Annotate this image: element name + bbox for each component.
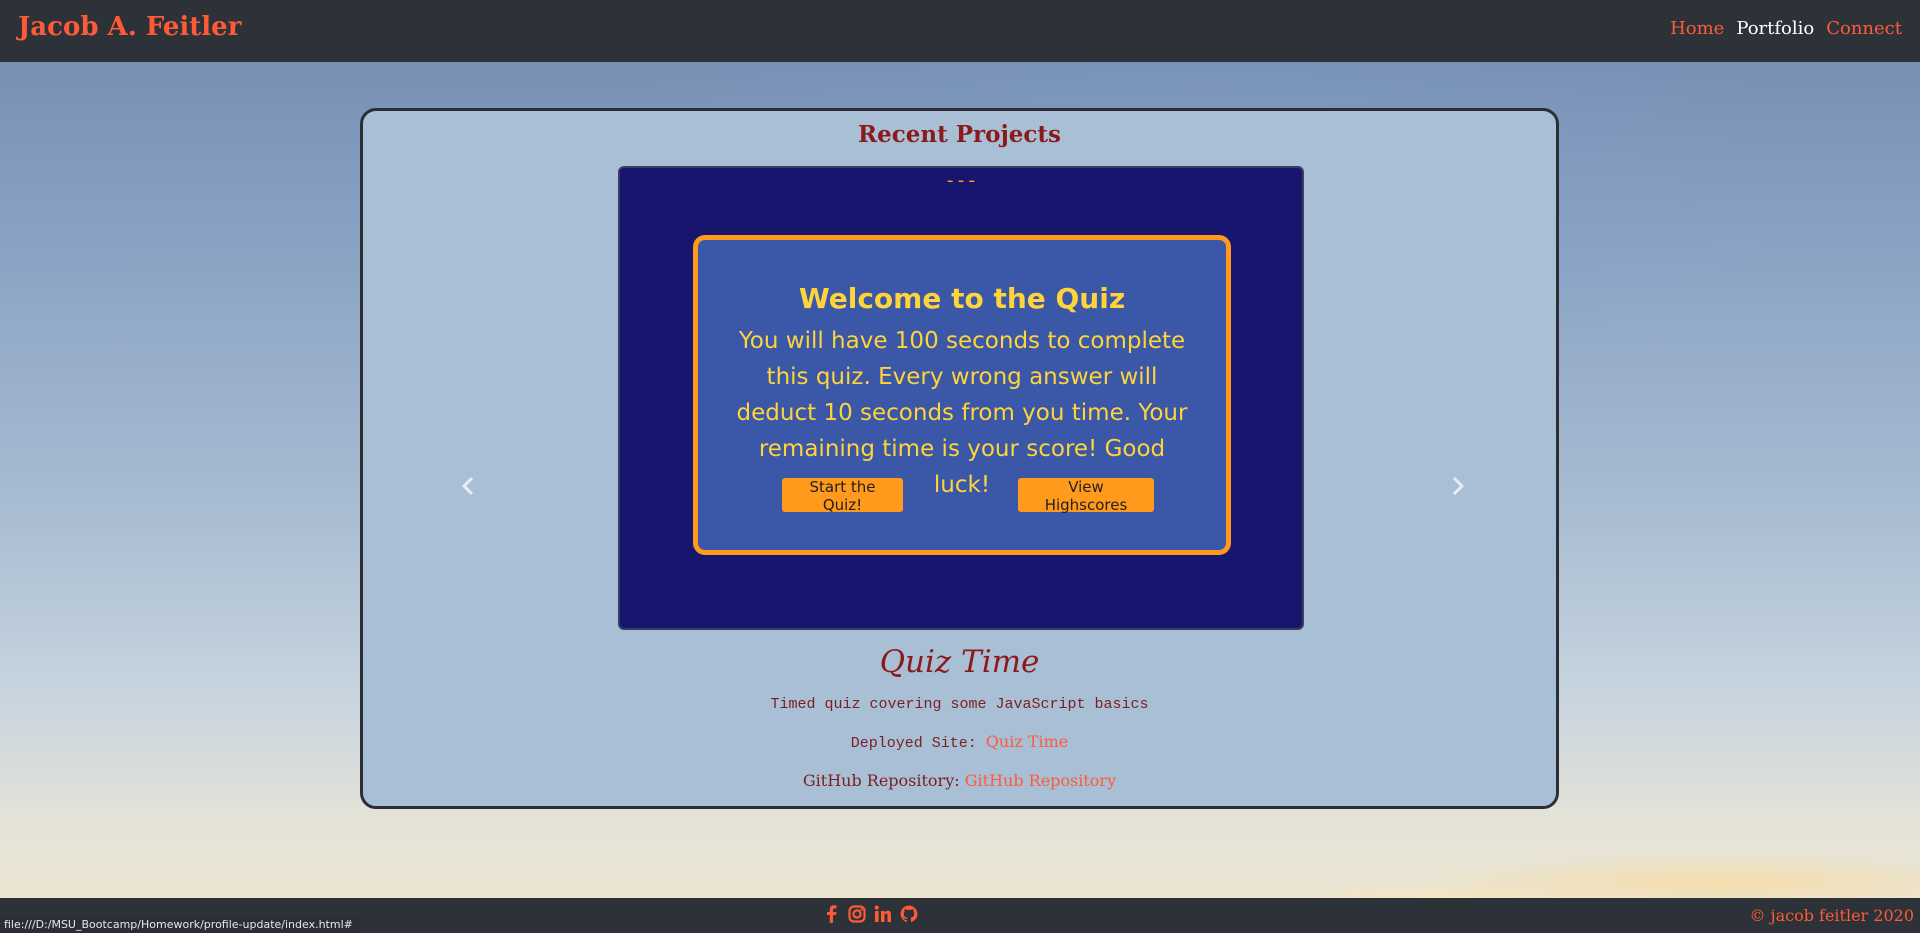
facebook-icon[interactable] — [821, 904, 841, 924]
project-name: Quiz Time — [879, 644, 1040, 680]
view-highscores-button[interactable]: View Highscores — [1018, 478, 1154, 514]
quiz-preview-screenshot: Welcome to the Quiz You will have 100 se… — [693, 235, 1231, 555]
main-nav: Home Portfolio Connect — [1670, 18, 1902, 39]
nav-connect[interactable]: Connect — [1826, 18, 1902, 39]
carousel-next-button[interactable] — [1443, 471, 1473, 501]
projects-card: Recent Projects --- Welcome to the Quiz … — [360, 108, 1559, 809]
deployed-site-link[interactable]: Quiz Time — [986, 732, 1068, 751]
carousel-indicator[interactable]: --- — [620, 172, 1302, 192]
social-links — [821, 904, 919, 924]
project-carousel-slide: --- Welcome to the Quiz You will have 10… — [618, 166, 1304, 630]
quiz-title: Welcome to the Quiz — [798, 282, 1126, 315]
nav-portfolio[interactable]: Portfolio — [1736, 18, 1814, 39]
deployed-site-row: Deployed Site: Quiz Time — [363, 732, 1556, 752]
github-repo-row: GitHub Repository: GitHub Repository — [363, 771, 1556, 790]
instagram-icon[interactable] — [847, 904, 867, 924]
quiz-instructions: You will have 100 seconds to complete th… — [736, 328, 1188, 498]
deployed-site-label: Deployed Site: — [850, 735, 977, 752]
start-quiz-button[interactable]: Start the Quiz! — [782, 478, 903, 514]
project-description: Timed quiz covering some JavaScript basi… — [770, 696, 1149, 713]
github-icon[interactable] — [899, 904, 919, 924]
copyright-text: © jacob feitler 2020 — [1749, 906, 1914, 925]
carousel-prev-button[interactable] — [453, 471, 483, 501]
section-title: Recent Projects — [857, 121, 1062, 148]
linkedin-icon[interactable] — [873, 904, 893, 924]
nav-home[interactable]: Home — [1670, 18, 1724, 39]
github-repo-label: GitHub Repository: — [802, 771, 960, 790]
chevron-right-icon — [1452, 476, 1465, 496]
github-repo-link[interactable]: GitHub Repository — [965, 771, 1116, 790]
top-navbar: Jacob A. Feitler Home Portfolio Connect — [0, 0, 1920, 62]
chevron-left-icon — [461, 476, 474, 496]
browser-status-url: file:///D:/MSU_Bootcamp/Homework/profile… — [0, 917, 359, 933]
brand-link[interactable]: Jacob A. Feitler — [18, 12, 241, 42]
